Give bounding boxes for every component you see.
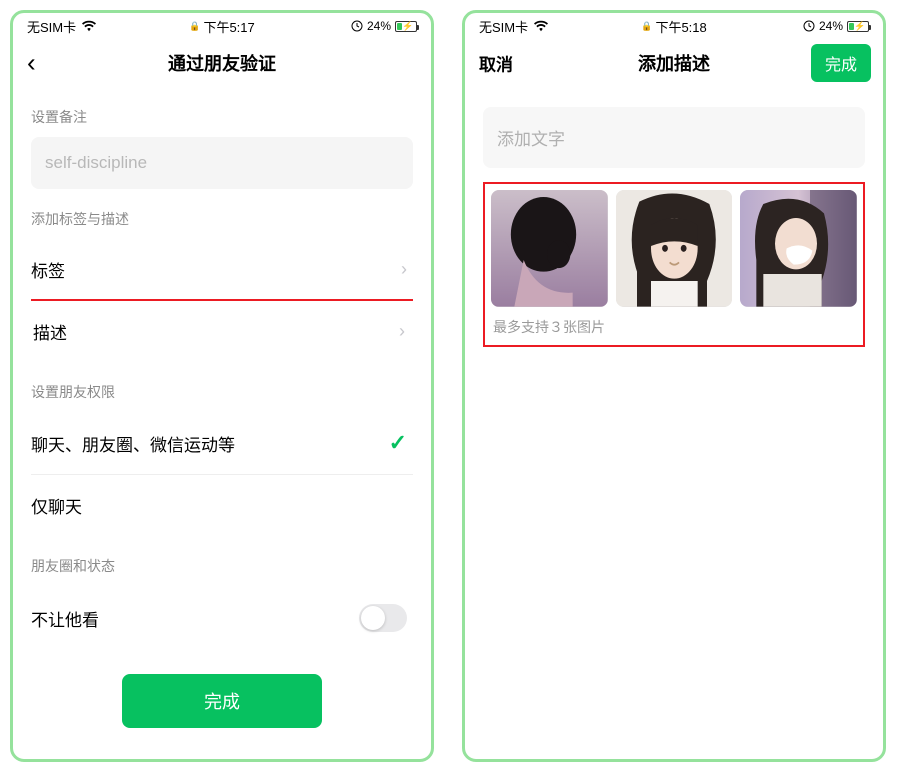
photo-thumbnail-2[interactable] (616, 190, 733, 307)
navbar: 取消 添加描述 完成 (465, 39, 883, 87)
chevron-right-icon: › (399, 321, 405, 342)
red-highlight-photos: 最多支持３张图片 (483, 182, 865, 347)
rotation-lock-icon (351, 20, 363, 32)
cell-tags-label: 标签 (31, 257, 65, 282)
red-highlight-desc: 描述 › (31, 299, 413, 362)
remark-input[interactable] (31, 137, 413, 189)
clock-time: 下午5:18 (655, 17, 706, 36)
lock-icon: 🔒 (189, 21, 200, 32)
page-title: 添加描述 (638, 50, 710, 76)
tags-section-label: 添加标签与描述 (31, 209, 413, 229)
permission-option-chatonly-label: 仅聊天 (31, 493, 82, 518)
permission-option-full[interactable]: 聊天、朋友圈、微信运动等 ✓ (31, 412, 413, 475)
chevron-right-icon: › (401, 259, 407, 280)
phone-left: 无SIM卡 🔒 下午5:17 24% ⚡ ‹ 通过朋友验证 设置备注 添加标签与… (10, 10, 434, 762)
battery-icon: ⚡ (847, 21, 869, 32)
permission-option-chatonly[interactable]: 仅聊天 (31, 475, 413, 536)
permission-option-full-label: 聊天、朋友圈、微信运动等 (31, 431, 235, 456)
page-title: 通过朋友验证 (168, 50, 276, 76)
done-button[interactable]: 完成 (811, 44, 871, 82)
navbar: ‹ 通过朋友验证 (13, 39, 431, 87)
description-textarea[interactable]: 添加文字 (483, 107, 865, 168)
sim-status: 无SIM卡 (27, 17, 76, 36)
phone-right: 无SIM卡 🔒 下午5:18 24% ⚡ 取消 添加描述 完成 添加文字 (462, 10, 886, 762)
status-bar: 无SIM卡 🔒 下午5:17 24% ⚡ (13, 13, 431, 39)
block-moments-cell[interactable]: 不让他看 (31, 586, 413, 650)
rotation-lock-icon (803, 20, 815, 32)
cell-tags[interactable]: 标签 › (31, 239, 413, 301)
sim-status: 无SIM卡 (479, 17, 528, 36)
photo-thumbnail-1[interactable] (491, 190, 608, 307)
battery-icon: ⚡ (395, 21, 417, 32)
wifi-icon (534, 20, 548, 32)
permission-section-label: 设置朋友权限 (31, 382, 413, 402)
status-bar: 无SIM卡 🔒 下午5:18 24% ⚡ (465, 13, 883, 39)
remark-section-label: 设置备注 (31, 107, 413, 127)
check-icon: ✓ (389, 430, 407, 456)
battery-percent: 24% (819, 19, 843, 33)
wifi-icon (82, 20, 96, 32)
block-moments-label: 不让他看 (31, 606, 99, 631)
cell-description-label: 描述 (33, 319, 67, 344)
battery-percent: 24% (367, 19, 391, 33)
back-button[interactable]: ‹ (27, 48, 36, 79)
moments-section-label: 朋友圈和状态 (31, 556, 413, 576)
lock-icon: 🔒 (641, 21, 652, 32)
block-moments-toggle[interactable] (359, 604, 407, 632)
cancel-button[interactable]: 取消 (479, 51, 513, 76)
photo-limit-hint: 最多支持３张图片 (491, 317, 857, 337)
clock-time: 下午5:17 (203, 17, 254, 36)
done-button[interactable]: 完成 (122, 674, 322, 728)
photo-thumbnail-3[interactable] (740, 190, 857, 307)
cell-description[interactable]: 描述 › (33, 301, 411, 362)
